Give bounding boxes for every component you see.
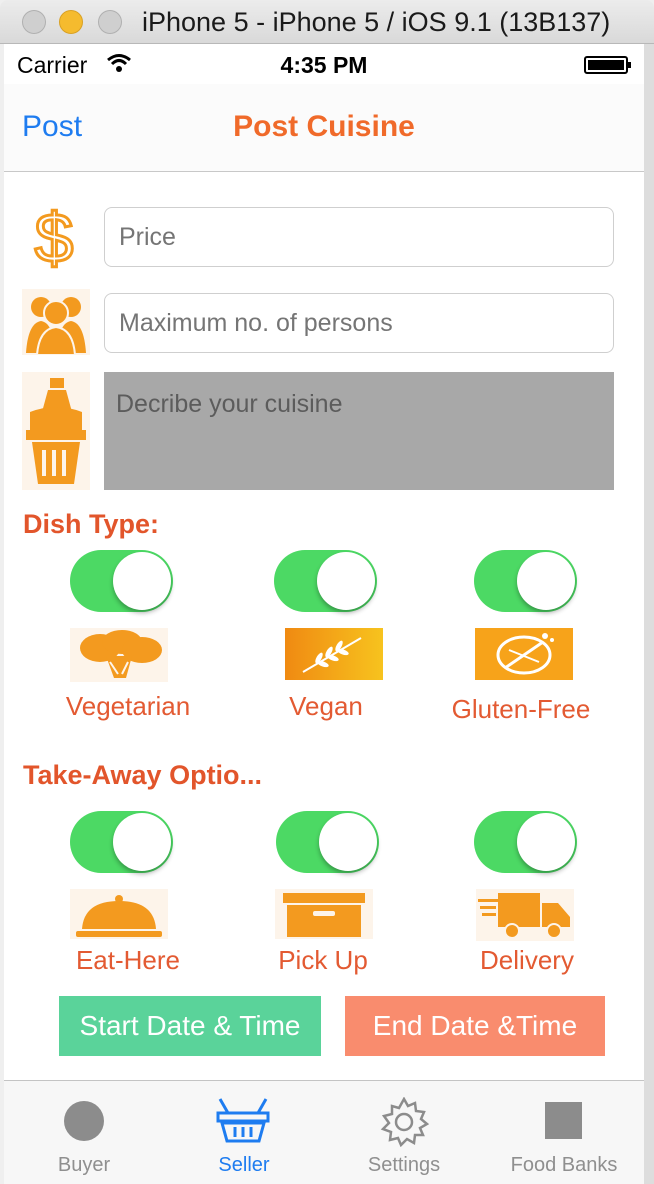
- switch-knob: [319, 813, 377, 871]
- max-persons-input[interactable]: [104, 293, 614, 353]
- gluten-free-switch[interactable]: [474, 550, 577, 612]
- background-strip: [644, 44, 654, 1184]
- tab-label: Food Banks: [510, 1154, 618, 1176]
- tab-food-banks[interactable]: Food Banks: [484, 1081, 644, 1184]
- square-icon: [545, 1102, 582, 1139]
- broccoli-icon: [70, 628, 168, 682]
- phone-screen: Carrier 4:35 PM Post Post Cuisine $ Pric…: [4, 44, 644, 1184]
- cloche-icon: [70, 889, 168, 939]
- truck-icon: [476, 889, 574, 941]
- window-titlebar: iPhone 5 - iPhone 5 / iOS 9.1 (13B137): [0, 0, 654, 44]
- vegan-label: Vegan: [289, 691, 363, 721]
- vegan-switch[interactable]: [274, 550, 377, 612]
- price-input[interactable]: [104, 207, 614, 267]
- window-title: iPhone 5 - iPhone 5 / iOS 9.1 (13B137): [142, 7, 611, 37]
- navigation-bar: Post Post Cuisine: [4, 84, 644, 172]
- box-icon: [275, 889, 373, 939]
- pick-up-label: Pick Up: [278, 945, 368, 975]
- tab-label: Settings: [367, 1154, 441, 1176]
- dollar-icon: $: [33, 204, 75, 272]
- zoom-window-button[interactable]: [98, 10, 122, 34]
- switch-knob: [517, 813, 575, 871]
- switch-knob: [317, 552, 375, 610]
- basket-icon: [216, 1098, 270, 1143]
- delivery-switch[interactable]: [474, 811, 577, 873]
- gear-icon: [380, 1097, 429, 1147]
- end-date-time-button[interactable]: End Date &Time: [345, 996, 605, 1056]
- food-basket-icon: [22, 372, 90, 490]
- page-title: Post Cuisine: [233, 110, 415, 143]
- vegetarian-label: Vegetarian: [65, 691, 191, 721]
- tab-settings[interactable]: Settings: [324, 1081, 484, 1184]
- no-gluten-icon: [475, 628, 573, 680]
- eat-here-label: Eat-Here: [75, 945, 181, 975]
- tab-seller[interactable]: Seller: [164, 1081, 324, 1184]
- status-time: 4:35 PM: [280, 52, 368, 78]
- switch-knob: [113, 552, 171, 610]
- battery-icon: [584, 56, 631, 74]
- switch-knob: [113, 813, 171, 871]
- minimize-window-button[interactable]: [59, 10, 83, 34]
- eat-here-switch[interactable]: [70, 811, 173, 873]
- svg-text:$: $: [35, 204, 74, 272]
- vegetarian-switch[interactable]: [70, 550, 173, 612]
- tab-label: Seller: [218, 1154, 270, 1176]
- wheat-icon: [285, 628, 383, 680]
- close-window-button[interactable]: [22, 10, 46, 34]
- takeaway-heading: Take-Away Optio...: [23, 760, 263, 790]
- delivery-label: Delivery: [480, 945, 574, 975]
- start-date-time-button[interactable]: Start Date & Time: [59, 996, 321, 1056]
- tab-label: Buyer: [57, 1154, 111, 1176]
- tab-bar: Buyer Seller Settings Food Banks: [4, 1080, 644, 1184]
- tab-buyer[interactable]: Buyer: [4, 1081, 164, 1184]
- status-bar: Carrier 4:35 PM: [4, 44, 644, 84]
- dish-type-heading: Dish Type:: [23, 509, 160, 539]
- pick-up-switch[interactable]: [276, 811, 379, 873]
- gluten-free-label: Gluten-Free: [451, 694, 591, 724]
- persons-icon: [22, 289, 90, 355]
- circle-icon: [64, 1101, 104, 1141]
- describe-cuisine-textarea[interactable]: Decribe your cuisine: [104, 372, 614, 490]
- simulator-window: iPhone 5 - iPhone 5 / iOS 9.1 (13B137) C…: [0, 0, 654, 1184]
- switch-knob: [517, 552, 575, 610]
